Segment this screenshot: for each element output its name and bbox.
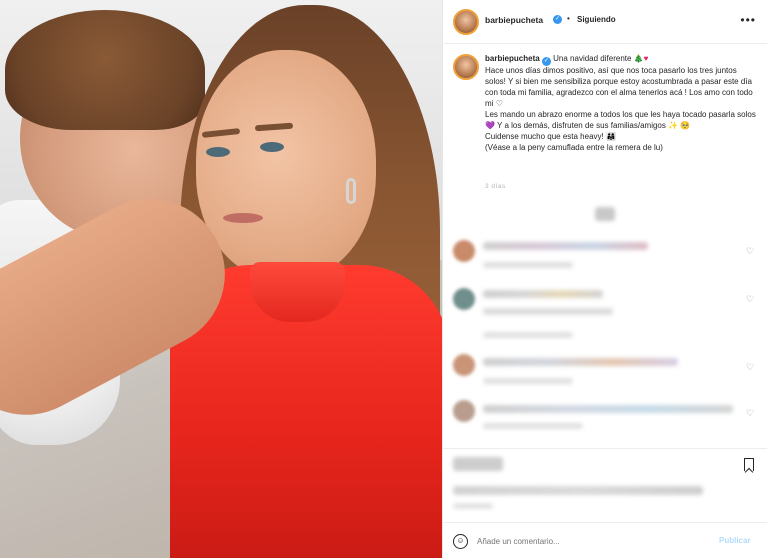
comment-text-blurred xyxy=(483,242,648,250)
comment-text-blurred xyxy=(483,290,603,298)
comment-avatar[interactable] xyxy=(453,288,475,310)
photo-eye-right xyxy=(260,142,284,152)
avatar[interactable] xyxy=(453,9,479,35)
following-button[interactable]: Siguiendo xyxy=(577,15,616,24)
photo-woman-face xyxy=(196,50,376,280)
photo-earring xyxy=(346,178,356,204)
caption-timestamp: 3 días xyxy=(485,183,506,190)
caption-line-1: Hace unos días dimos positivo, así que n… xyxy=(485,66,753,108)
white-heart-icon: ♡ xyxy=(495,99,503,108)
header-username[interactable]: barbiepucheta xyxy=(485,15,543,25)
comment-meta-blurred xyxy=(483,262,573,268)
comment-avatar[interactable] xyxy=(453,354,475,376)
family-icon: 👨‍👩‍👧 xyxy=(605,132,616,141)
comment-like-heart-icon[interactable]: ♡ xyxy=(746,408,754,419)
comment-avatar[interactable] xyxy=(453,400,475,422)
publish-button[interactable]: Publicar xyxy=(719,536,751,545)
heart-icon: ♥ xyxy=(643,54,649,63)
purple-heart-icon: 💜 xyxy=(485,121,495,130)
post-header: barbiepucheta ✓ • Siguiendo ••• xyxy=(443,0,767,44)
blurred-block xyxy=(595,207,615,221)
photo-man-hair xyxy=(5,10,205,130)
comment-meta-blurred xyxy=(483,423,583,429)
caption-username[interactable]: barbiepucheta xyxy=(485,54,540,63)
tree-icon: 🎄 xyxy=(633,54,644,63)
photo-eye-left xyxy=(206,147,230,157)
caption-line-2: Les mando un abrazo enorme a todos los q… xyxy=(485,110,756,119)
comment-like-heart-icon[interactable]: ♡ xyxy=(746,362,754,373)
date-text-blurred xyxy=(453,503,493,509)
caption-title: Una navidad diferente xyxy=(553,54,632,63)
comment-avatar[interactable] xyxy=(453,240,475,262)
caption-line-2b: Y a los demás, disfruten de sus familias… xyxy=(497,121,666,130)
post-photo xyxy=(0,0,442,558)
caption-line-3: Cuidense mucho que esta heavy! xyxy=(485,132,604,141)
comment-like-heart-icon[interactable]: ♡ xyxy=(746,246,754,257)
more-icon[interactable]: ••• xyxy=(740,13,756,27)
comment-like-heart-icon[interactable]: ♡ xyxy=(746,294,754,305)
caption-avatar[interactable] xyxy=(453,54,479,80)
actions-divider xyxy=(443,448,767,449)
comment-text-blurred xyxy=(483,358,678,366)
comment-meta-blurred xyxy=(483,378,573,384)
emoji-icon[interactable]: ☺ xyxy=(453,534,468,549)
verified-icon: ✓ xyxy=(553,15,562,24)
action-icons-blurred xyxy=(453,457,503,471)
bookmark-icon[interactable] xyxy=(744,458,754,471)
post-caption: barbiepucheta ✓ Una navidad diferente 🎄♥… xyxy=(485,53,757,153)
caption-line-4: (Véase a la peny camuflada entre la reme… xyxy=(485,143,663,152)
sparkle-icon: ✨ xyxy=(668,121,679,130)
comment-text-blurred xyxy=(483,308,613,315)
caption-verified-icon: ✓ xyxy=(541,57,551,66)
header-separator: • xyxy=(567,14,570,23)
post-side-panel: barbiepucheta ✓ • Siguiendo ••• barbiepu… xyxy=(442,0,767,558)
comment-bar: ☺ Publicar xyxy=(443,522,767,558)
comment-input[interactable] xyxy=(477,533,707,549)
photo-lips xyxy=(223,213,263,223)
pleading-face-icon: 🥺 xyxy=(680,121,691,130)
likes-text-blurred xyxy=(453,486,703,495)
comment-meta-blurred xyxy=(483,332,573,338)
screenshot-frame: barbiepucheta ✓ • Siguiendo ••• barbiepu… xyxy=(0,0,767,558)
comment-text-blurred xyxy=(483,405,733,413)
